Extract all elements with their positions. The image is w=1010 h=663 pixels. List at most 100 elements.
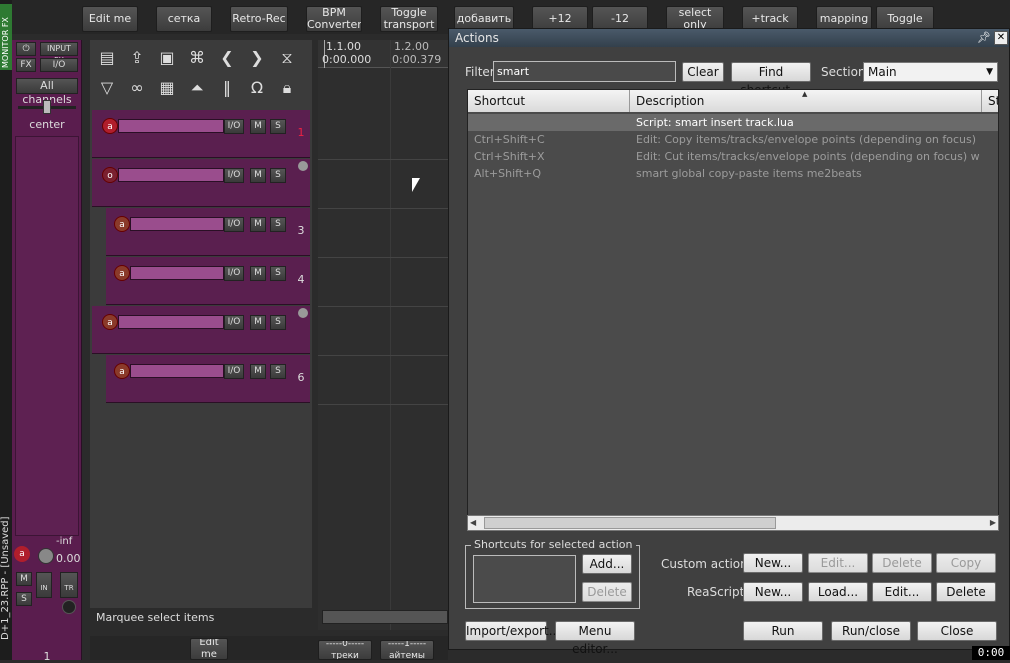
save-project-icon[interactable]: ▣ [154, 45, 180, 71]
undo-icon[interactable]: ❮ [214, 45, 240, 71]
track-solo-button[interactable]: S [270, 364, 286, 379]
track-row[interactable]: a I/O M S 4 [106, 257, 310, 305]
track-mute-button[interactable]: M [250, 364, 266, 379]
solo-button[interactable]: S [16, 592, 32, 606]
toolbar-button-grid[interactable]: сетка [156, 6, 212, 32]
custom-delete-button[interactable]: Delete [872, 553, 932, 573]
track-io-button[interactable]: I/O [224, 266, 244, 281]
track-name-field[interactable] [118, 119, 224, 133]
track-mute-button[interactable]: M [250, 315, 266, 330]
reascript-load-button[interactable]: Load... [808, 582, 868, 602]
bottom-button-tracks[interactable]: -----0----- треки [318, 640, 372, 660]
io-button[interactable]: I/O [40, 58, 78, 72]
track-solo-button[interactable]: S [270, 168, 286, 183]
track-row[interactable]: o I/O M S [92, 159, 310, 207]
scroll-right-icon[interactable]: ▶ [990, 518, 996, 527]
find-shortcut-button[interactable]: Find shortcut... [731, 62, 811, 97]
track-solo-button[interactable]: S [270, 119, 286, 134]
table-row[interactable]: Alt+Shift+Q smart global copy-paste item… [468, 165, 998, 182]
scrollbar-thumb[interactable] [484, 517, 776, 529]
track-name-field[interactable] [130, 266, 224, 280]
table-row[interactable]: Ctrl+Shift+X Edit: Cut items/tracks/enve… [468, 148, 998, 165]
close-icon[interactable]: ✕ [994, 31, 1008, 45]
redo-icon[interactable]: ❯ [244, 45, 270, 71]
folder-icon[interactable] [298, 161, 308, 171]
record-arm-icon[interactable]: o [102, 167, 118, 183]
record-arm-icon[interactable]: a [114, 265, 130, 281]
track-name-field[interactable] [118, 168, 224, 182]
fx-button[interactable]: FX [16, 58, 36, 72]
track-name-field[interactable] [130, 217, 224, 231]
track-row[interactable]: a I/O M S 6 [106, 355, 310, 403]
ripple-edit-icon[interactable]: ▽ [94, 75, 120, 101]
phase-icon[interactable] [62, 600, 76, 614]
item-grouping-icon[interactable]: ∞ [124, 75, 150, 101]
metronome-icon[interactable]: ⧖ [274, 45, 300, 71]
lock-icon[interactable]: 🔒︎ [274, 75, 300, 101]
arrange-view[interactable]: 1.1.00 0:00.000 1.2.00 0:00.379 [318, 40, 448, 630]
track-io-button[interactable]: I/O [224, 168, 244, 183]
import-export-button[interactable]: Import/export... [465, 621, 560, 641]
track-mute-button[interactable]: M [250, 266, 266, 281]
track-name-field[interactable] [118, 315, 224, 329]
folder-icon[interactable] [298, 308, 308, 318]
reascript-delete-button[interactable]: Delete [936, 582, 996, 602]
run-close-button[interactable]: Run/close [831, 621, 911, 641]
input-fx-button[interactable]: INPUT FX [40, 42, 78, 65]
project-settings-icon[interactable]: ⌘ [184, 45, 210, 71]
add-shortcut-button[interactable]: Add... [582, 554, 632, 574]
mute-button[interactable]: M [16, 572, 32, 586]
delete-shortcut-button[interactable]: Delete [582, 582, 632, 602]
list-horizontal-scrollbar[interactable]: ◀ ▶ [467, 515, 999, 531]
horizontal-scrollbar[interactable] [322, 610, 448, 624]
clear-button[interactable]: Clear [682, 62, 724, 82]
open-project-icon[interactable]: ⇪ [124, 45, 150, 71]
record-arm-icon[interactable]: a [14, 546, 30, 562]
power-icon[interactable]: ⏻ [16, 42, 36, 56]
trim-button[interactable]: TR [60, 572, 78, 598]
track-mute-button[interactable]: M [250, 168, 266, 183]
volume-knob[interactable] [38, 548, 54, 564]
envelope-icon[interactable]: ⏶ [184, 75, 210, 101]
column-header-shortcut[interactable]: Shortcut [468, 90, 630, 112]
track-solo-button[interactable]: S [270, 315, 286, 330]
custom-new-button[interactable]: New... [743, 553, 803, 573]
track-row[interactable]: a I/O M S 3 [106, 208, 310, 256]
toolbar-button-retro-rec[interactable]: Retro-Rec [230, 6, 288, 32]
close-button[interactable]: Close [917, 621, 997, 641]
snap-icon[interactable]: ‖ [214, 75, 240, 101]
pin-icon[interactable]: 📌︎ [977, 31, 991, 45]
new-project-icon[interactable]: ▤ [94, 45, 120, 71]
track-solo-button[interactable]: S [270, 266, 286, 281]
run-button[interactable]: Run [743, 621, 823, 641]
record-arm-icon[interactable]: a [102, 118, 118, 134]
crossfade-icon[interactable]: Ω [244, 75, 270, 101]
toolbar-button-toggle-transport[interactable]: Toggle transport [380, 6, 438, 32]
section-select[interactable]: Main ▼ [863, 62, 998, 82]
pan-knob[interactable] [43, 100, 51, 114]
table-row[interactable]: Ctrl+Shift+C Edit: Copy items/tracks/env… [468, 131, 998, 148]
track-io-button[interactable]: I/O [224, 364, 244, 379]
custom-copy-button[interactable]: Copy [936, 553, 996, 573]
reascript-edit-button[interactable]: Edit... [872, 582, 932, 602]
column-header-state[interactable]: St [982, 90, 998, 112]
track-row[interactable]: a I/O M S [92, 306, 310, 354]
track-name-field[interactable] [130, 364, 224, 378]
track-mute-button[interactable]: M [250, 119, 266, 134]
record-arm-icon[interactable]: a [114, 216, 130, 232]
grid-icon[interactable]: ▦ [154, 75, 180, 101]
track-io-button[interactable]: I/O [224, 217, 244, 232]
track-io-button[interactable]: I/O [224, 315, 244, 330]
reascript-new-button[interactable]: New... [743, 582, 803, 602]
toolbar-button-bpm-converter[interactable]: BPM Converter [306, 6, 362, 32]
shortcuts-list[interactable] [473, 555, 576, 603]
menu-editor-button[interactable]: Menu editor... [555, 621, 635, 656]
actions-list[interactable]: Shortcut Description ▲ St Script: smart … [467, 89, 999, 531]
track-row[interactable]: a I/O M S 1 [92, 110, 310, 158]
bottom-button-items[interactable]: -----1----- айтемы [380, 640, 434, 660]
record-arm-icon[interactable]: a [102, 314, 118, 330]
track-io-button[interactable]: I/O [224, 119, 244, 134]
table-row[interactable]: Script: smart insert track.lua [468, 114, 998, 131]
bottom-button-edit-me[interactable]: Edit me [190, 638, 228, 660]
track-solo-button[interactable]: S [270, 217, 286, 232]
